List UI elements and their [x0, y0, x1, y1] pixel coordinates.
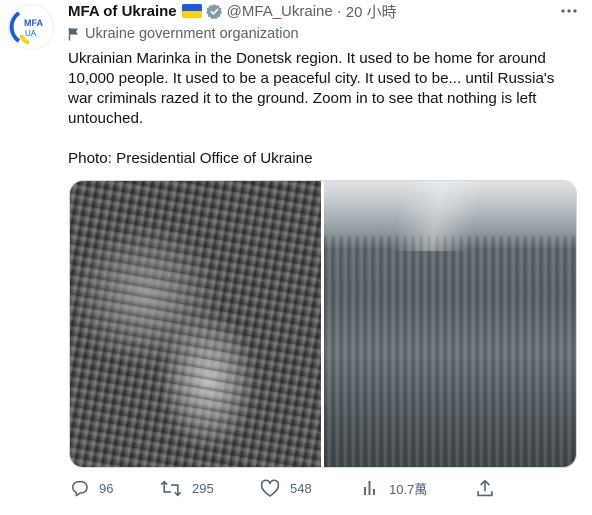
photo-aerial-ruins-closeup[interactable]	[70, 181, 321, 467]
flag-icon	[181, 4, 202, 18]
action-bar: 96 295 548 10.7萬	[60, 475, 580, 501]
tweet-header: MFA of Ukraine @MFA_Ukraine · 20 小時	[68, 0, 397, 22]
avatar[interactable]: MFA UA	[8, 4, 54, 50]
retweet-icon	[160, 480, 182, 496]
like-count: 548	[290, 480, 312, 496]
like-icon	[260, 479, 280, 497]
affiliation-label: Ukraine government organization	[68, 25, 299, 43]
tweet-card[interactable]: MFA UA MFA of Ukraine @MFA_Ukraine · 20 …	[0, 0, 592, 515]
views-icon	[364, 481, 375, 495]
reply-count: 96	[99, 480, 114, 496]
more-icon[interactable]	[560, 2, 578, 25]
retweet-button[interactable]: 295	[160, 475, 214, 501]
government-flag-icon	[68, 28, 78, 41]
separator: ·	[336, 2, 342, 20]
views-count: 10.7萬	[389, 481, 428, 497]
views-button[interactable]: 10.7萬	[363, 475, 427, 501]
reply-button[interactable]: 96	[70, 475, 113, 501]
avatar-text-top: MFA	[24, 18, 43, 28]
share-icon	[477, 479, 493, 496]
tweet-text: Ukrainian Marinka in the Donetsk region.…	[68, 49, 568, 129]
photo-sky-light	[324, 181, 576, 251]
like-button[interactable]: 548	[260, 475, 312, 501]
avatar-text-bottom: UA	[25, 29, 37, 38]
mfa-logo-icon: MFA UA	[9, 11, 43, 45]
handle[interactable]: @MFA_Ukraine	[227, 3, 333, 20]
affiliation-text: Ukraine government organization	[85, 26, 299, 42]
media-grid	[69, 180, 577, 468]
photo-credit: Photo: Presidential Office of Ukraine	[68, 150, 313, 167]
reply-icon	[72, 480, 88, 496]
retweet-count: 295	[192, 480, 214, 496]
share-button[interactable]	[476, 475, 494, 501]
display-name[interactable]: MFA of Ukraine	[68, 3, 177, 20]
tweet-text-body: Ukrainian Marinka in the Donetsk region.…	[68, 50, 555, 127]
timestamp[interactable]: 20 小時	[346, 1, 397, 22]
verified-badge-icon[interactable]	[205, 3, 223, 20]
